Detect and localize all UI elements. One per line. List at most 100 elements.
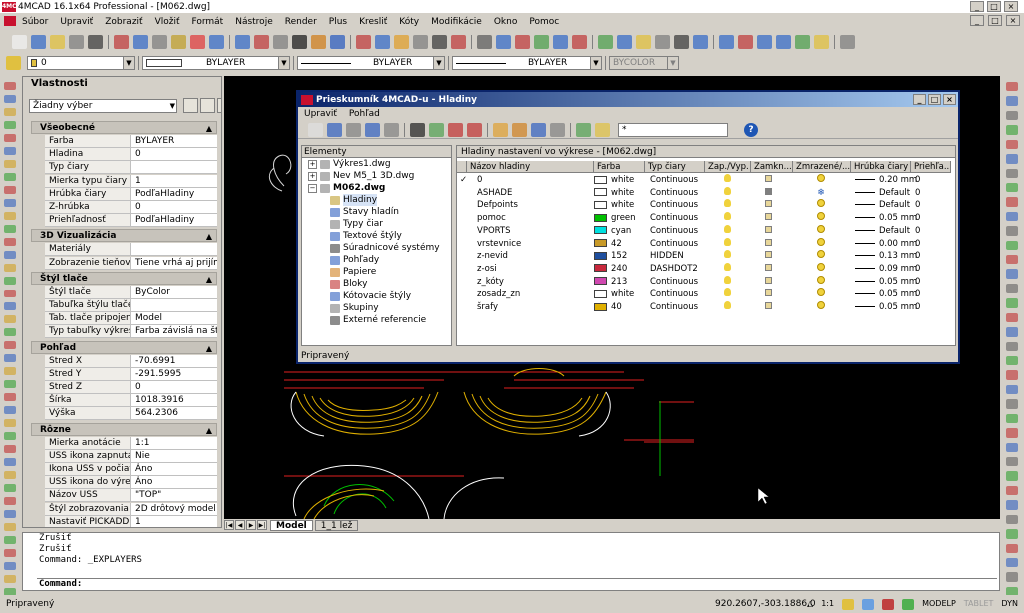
dialog-tool-icon[interactable]	[308, 122, 323, 137]
dialog-tool-icon[interactable]	[595, 122, 610, 137]
layer-row[interactable]: pomoc green Continuous 0.05 mm 0	[467, 212, 955, 225]
last-tab-button[interactable]: ▶|	[257, 520, 267, 530]
draw-tool-icon[interactable]	[4, 328, 16, 337]
toolbar-icon[interactable]	[375, 35, 390, 49]
layer-transparency[interactable]: 0	[915, 263, 920, 275]
tree-toggle[interactable]: +	[308, 171, 317, 181]
modify-tool-icon[interactable]	[1006, 327, 1018, 337]
grid-icon[interactable]	[862, 598, 875, 610]
layer-linetype[interactable]: Continuous	[650, 199, 698, 211]
layer-name[interactable]: VPORTS	[477, 225, 511, 237]
layer-freeze-toggle[interactable]	[817, 237, 825, 250]
layer-color[interactable]: 213	[594, 276, 627, 288]
help-icon[interactable]: ?	[744, 122, 758, 137]
maximize-button[interactable]: □	[987, 1, 1001, 12]
dialog-tool-icon[interactable]	[531, 122, 546, 137]
property-section[interactable]: Štýl tlače ▲	[31, 271, 217, 285]
property-value[interactable]	[130, 243, 217, 256]
layer-color[interactable]: cyan	[594, 225, 631, 237]
layer-transparency[interactable]: 0	[915, 199, 920, 211]
layer-transparency[interactable]: 0	[915, 174, 920, 186]
property-value[interactable]: 0	[130, 148, 217, 161]
layer-on-toggle[interactable]	[724, 199, 731, 211]
property-value[interactable]: 1	[130, 174, 217, 187]
layer-transparency[interactable]: 0	[915, 187, 920, 199]
column-header[interactable]: Zamkn...	[751, 161, 793, 173]
menu-item[interactable]: Plus	[329, 17, 347, 27]
layer-on-toggle[interactable]	[724, 301, 731, 313]
select-objects-icon[interactable]	[200, 98, 215, 113]
layer-lineweight[interactable]: 0.09 mm	[855, 263, 917, 275]
tree-node[interactable]: Textové štýly	[302, 230, 451, 242]
layer-row[interactable]: z-nevid 152 HIDDEN 0.13 mm 0	[467, 250, 955, 263]
property-value[interactable]: PodľaHladiny	[130, 214, 217, 227]
doc-restore-button[interactable]: □	[988, 15, 1002, 26]
property-row[interactable]: Priehľadnosť PodľaHladiny	[45, 214, 217, 228]
minimize-button[interactable]: _	[970, 1, 984, 12]
draw-tool-icon[interactable]	[4, 367, 16, 376]
dialog-title-bar[interactable]: Prieskumník 4MCAD-u - Hladiny _ □ ×	[298, 92, 958, 107]
layer-on-toggle[interactable]	[724, 288, 731, 300]
layer-transparency[interactable]: 0	[915, 301, 920, 313]
polar-icon[interactable]	[902, 598, 915, 610]
tree-node[interactable]: + Nev M5_1 3D.dwg	[302, 170, 451, 182]
property-section[interactable]: 3D Vizualizácia ▲	[31, 229, 217, 243]
layer-lock-toggle[interactable]	[765, 250, 772, 262]
layer-on-toggle[interactable]	[724, 275, 731, 288]
draw-tool-icon[interactable]	[4, 574, 16, 583]
lineweight-combo[interactable]: BYLAYER ▼	[452, 56, 602, 70]
layer-color[interactable]: 152	[594, 250, 627, 262]
draw-tool-icon[interactable]	[4, 133, 16, 142]
property-value[interactable]: PodľaHladiny	[130, 187, 217, 200]
modify-tool-icon[interactable]	[1006, 298, 1018, 308]
layer-transparency[interactable]: 0	[915, 250, 920, 262]
property-row[interactable]: Hrúbka čiary PodľaHladiny	[45, 187, 217, 201]
property-value[interactable]: 0	[130, 201, 217, 213]
dialog-maximize-button[interactable]: □	[928, 94, 941, 105]
dialog-tool-icon[interactable]	[346, 122, 361, 137]
menu-item[interactable]: Okno	[494, 17, 518, 27]
menu-item[interactable]: Kresliť	[359, 17, 387, 27]
layer-on-toggle[interactable]	[724, 224, 731, 237]
quick-select-icon[interactable]	[183, 98, 198, 113]
draw-tool-icon[interactable]	[4, 509, 16, 518]
toolbar-icon[interactable]	[451, 35, 466, 49]
layer-lock-toggle[interactable]	[765, 263, 772, 275]
toolbar-icon[interactable]	[413, 35, 428, 49]
modify-tool-icon[interactable]	[1006, 255, 1018, 265]
toolbar-icon[interactable]	[674, 35, 689, 49]
draw-tool-icon[interactable]	[4, 484, 16, 492]
menu-item[interactable]: Súbor	[22, 17, 48, 27]
toolbar-icon[interactable]	[572, 35, 587, 49]
dialog-tool-icon[interactable]	[576, 122, 591, 137]
layer-lock-toggle[interactable]	[765, 199, 772, 211]
toolbar-icon[interactable]	[190, 35, 205, 49]
property-value[interactable]: Model	[130, 312, 217, 325]
property-row[interactable]: Mierka typu čiary 1	[45, 174, 217, 188]
toolbar-icon[interactable]	[617, 35, 632, 49]
tree-node[interactable]: + Výkres1.dwg	[302, 158, 451, 170]
layer-freeze-toggle[interactable]	[817, 212, 825, 224]
draw-tool-icon[interactable]	[4, 341, 16, 350]
dialog-tool-icon[interactable]	[448, 122, 463, 137]
toolbar-icon[interactable]	[757, 35, 772, 49]
modify-tool-icon[interactable]	[1006, 240, 1018, 251]
property-section[interactable]: Rôzne ▲	[31, 422, 217, 436]
draw-tool-icon[interactable]	[4, 315, 16, 324]
modify-tool-icon[interactable]	[1006, 428, 1018, 438]
layer-lock-toggle[interactable]	[765, 225, 772, 237]
draw-tool-icon[interactable]	[4, 94, 16, 103]
modify-tool-icon[interactable]	[1006, 96, 1018, 106]
layer-lineweight[interactable]: 0.05 mm	[855, 301, 917, 313]
modify-tool-icon[interactable]	[1006, 154, 1018, 164]
property-row[interactable]: Stred Z0	[45, 381, 217, 394]
layer-lock-toggle[interactable]	[765, 276, 772, 288]
toolbar-icon[interactable]	[553, 35, 568, 49]
layer-filter-input[interactable]: *	[618, 122, 728, 137]
layer-row[interactable]: šrafy 40 Continuous 0.05 mm 0	[467, 301, 955, 314]
draw-tool-icon[interactable]	[4, 237, 16, 246]
layer-lineweight[interactable]: Default	[855, 187, 910, 199]
layer-freeze-toggle[interactable]	[817, 301, 825, 313]
property-section[interactable]: Všeobecné ▲	[31, 121, 217, 134]
draw-tool-icon[interactable]	[4, 250, 16, 259]
